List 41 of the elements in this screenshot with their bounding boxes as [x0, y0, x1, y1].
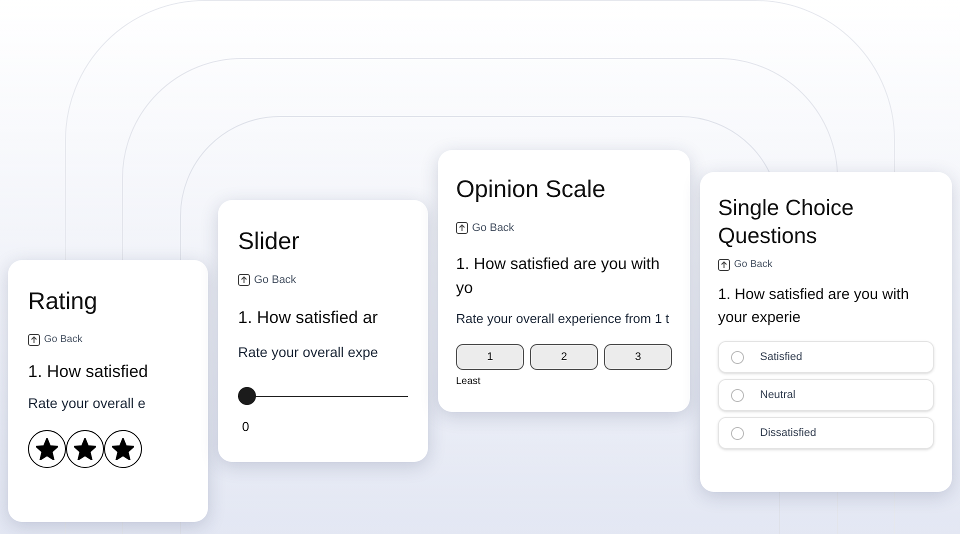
question-text: 1. How satisfied — [28, 361, 148, 383]
arrow-up-icon — [238, 274, 250, 286]
card-title: Opinion Scale — [456, 175, 606, 205]
question-text: 1. How satisfied ar — [238, 306, 378, 328]
option-label: Neutral — [760, 388, 796, 403]
card-title: Rating — [28, 287, 98, 317]
question-text: 1. How satisfied are you with your experie — [718, 285, 910, 328]
radio-button[interactable] — [731, 388, 744, 402]
go-back-link[interactable]: Go Back — [28, 332, 82, 347]
choice-option[interactable]: Neutral — [718, 379, 934, 411]
slider-value: 0 — [242, 418, 250, 436]
rating-option[interactable] — [66, 430, 104, 468]
rating-option[interactable] — [28, 430, 66, 468]
slider-track[interactable] — [238, 387, 408, 405]
question-text: 1. How satisfied are you with yo — [456, 254, 661, 298]
go-back-link[interactable]: Go Back — [456, 220, 514, 236]
star — [112, 438, 134, 460]
hint-text: Rate your overall experience from 1 t — [456, 310, 670, 328]
choice-option[interactable]: Dissatisfied — [718, 417, 934, 449]
go-back-link[interactable]: Go Back — [718, 257, 772, 272]
scale-option[interactable]: 2 — [530, 344, 598, 370]
radio-button[interactable] — [731, 426, 744, 440]
slider-thumb[interactable] — [238, 387, 256, 405]
choice-option[interactable]: Satisfied — [718, 341, 934, 373]
hint-text: Rate your overall expe — [238, 343, 378, 362]
scale-low-label: Least — [456, 375, 480, 389]
option-label: Satisfied — [760, 350, 802, 365]
star — [74, 438, 96, 460]
arrow-up-icon — [456, 222, 468, 234]
card-title: Single Choice Questions — [718, 194, 855, 249]
option-label: Dissatisfied — [760, 426, 816, 441]
scale-option[interactable]: 1 — [456, 344, 524, 370]
arrow-up-icon — [28, 334, 40, 346]
rating-option[interactable] — [104, 430, 142, 468]
go-back-link[interactable]: Go Back — [238, 272, 296, 288]
radio-button[interactable] — [731, 350, 744, 364]
card-title: Slider — [238, 227, 300, 257]
hint-text: Rate your overall e — [28, 394, 146, 413]
scale-option[interactable]: 3 — [604, 344, 672, 370]
star — [36, 438, 58, 460]
arrow-up-icon — [718, 258, 730, 270]
